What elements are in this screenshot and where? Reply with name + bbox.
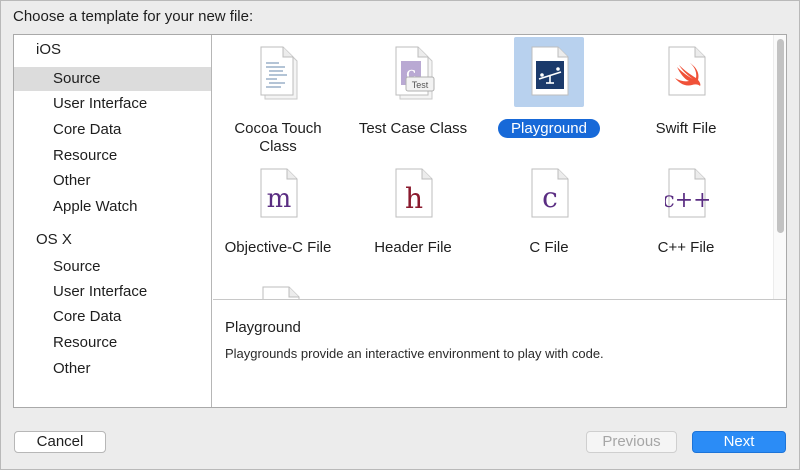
description-text: Playgrounds provide an interactive envir… [225, 346, 604, 361]
template-label: Test Case Class [358, 120, 468, 137]
file-icon [262, 286, 300, 299]
svg-text:c: c [542, 181, 558, 214]
new-file-dialog: Choose a template for your new file: iOS… [0, 0, 800, 470]
cancel-button[interactable]: Cancel [14, 431, 106, 453]
sidebar-item-ios-source[interactable]: Source [14, 67, 211, 91]
test-case-class-file-icon: c Test [395, 46, 435, 100]
next-button[interactable]: Next [692, 431, 786, 453]
description-title: Playground [225, 319, 301, 336]
template-label: Header File [374, 239, 452, 256]
cocoa-touch-class-file-icon [260, 46, 298, 100]
sidebar-item-ios-other[interactable]: Other [14, 169, 211, 193]
svg-text:m: m [267, 184, 292, 214]
template-chooser-panel: iOS Source User Interface Core Data Reso… [13, 34, 787, 408]
template-grid: Cocoa TouchClass c Test Test Case Class [213, 35, 773, 299]
playground-icon [531, 46, 569, 96]
platform-sidebar: iOS Source User Interface Core Data Reso… [14, 35, 212, 407]
sidebar-item-ios-apple-watch[interactable]: Apple Watch [14, 195, 211, 219]
sidebar-item-ios-user-interface[interactable]: User Interface [14, 92, 211, 116]
template-label: Cocoa Touch Class [234, 120, 322, 155]
sidebar-item-osx-user-interface[interactable]: User Interface [14, 280, 211, 304]
c-file-icon: c [531, 168, 569, 218]
sidebar-item-osx-core-data[interactable]: Core Data [14, 305, 211, 329]
template-label: C++ File [657, 239, 715, 256]
dialog-title: Choose a template for your new file: [13, 8, 254, 25]
sidebar-item-ios-resource[interactable]: Resource [14, 144, 211, 168]
svg-text:c++: c++ [665, 188, 709, 213]
template-label: Playground [486, 119, 612, 138]
sidebar-group-osx: OS X [36, 231, 72, 248]
sidebar-item-osx-source[interactable]: Source [14, 255, 211, 279]
sidebar-item-osx-resource[interactable]: Resource [14, 331, 211, 355]
template-label: C File [529, 239, 569, 256]
header-file-icon: h [395, 168, 433, 218]
template-description-pane: Playground Playgrounds provide an intera… [213, 299, 786, 407]
scrollbar-thumb[interactable] [777, 39, 784, 233]
previous-button[interactable]: Previous [586, 431, 677, 453]
sidebar-group-ios: iOS [36, 41, 62, 58]
sidebar-item-ios-core-data[interactable]: Core Data [14, 118, 211, 142]
objective-c-file-icon: m [260, 168, 298, 218]
template-grid-scrollbar[interactable] [773, 35, 786, 299]
test-badge-label: Test [412, 80, 429, 90]
swift-file-icon [668, 46, 706, 96]
sidebar-item-osx-other[interactable]: Other [14, 357, 211, 381]
template-label: Swift File [655, 120, 717, 137]
svg-text:h: h [405, 182, 423, 215]
template-label: Objective-C File [224, 239, 332, 256]
cpp-file-icon: c++ [665, 168, 709, 218]
